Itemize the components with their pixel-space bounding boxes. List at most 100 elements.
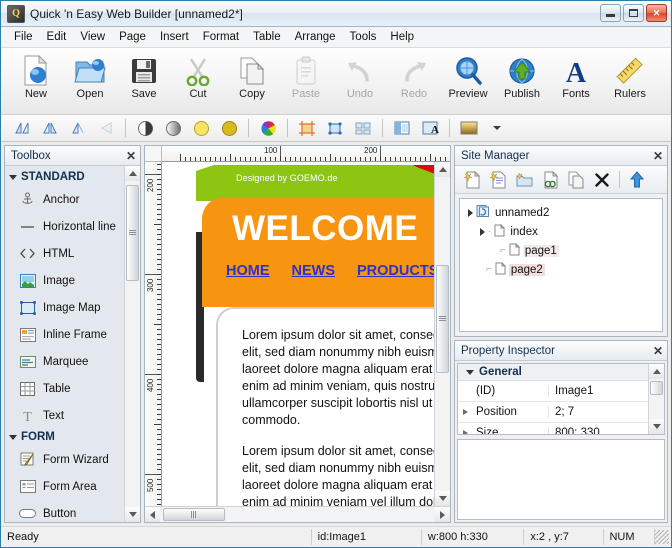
tree-row-root[interactable]: unnamed2 <box>466 203 662 222</box>
copy-button[interactable]: Copy <box>225 51 279 109</box>
minimize-button[interactable] <box>600 4 621 22</box>
row-expander[interactable] <box>458 430 473 434</box>
property-row-id[interactable]: (ID) Image1 <box>458 381 648 402</box>
expand-triangle-icon[interactable] <box>480 227 485 236</box>
toolbox-item-anchor[interactable]: Anchor <box>5 186 124 213</box>
tree-row-index[interactable]: · index <box>466 222 662 241</box>
contrast-icon[interactable] <box>132 116 158 140</box>
nav-link-products[interactable]: PRODUCTS <box>357 263 434 279</box>
flip-vertical-icon[interactable] <box>65 116 91 140</box>
link-page-icon[interactable] <box>538 168 562 192</box>
property-value[interactable]: 800; 330 <box>549 427 648 434</box>
chevron-down-icon[interactable] <box>484 116 510 140</box>
toolbox-item-marquee[interactable]: Marquee <box>5 348 124 375</box>
toolbox-item-form-wizard[interactable]: Form Wizard <box>5 446 124 473</box>
redo-button[interactable]: Redo <box>387 51 441 109</box>
scroll-down-button[interactable] <box>125 507 140 522</box>
resize-icon[interactable] <box>322 116 348 140</box>
new-button[interactable]: New <box>9 51 63 109</box>
grayscale-icon[interactable] <box>160 116 186 140</box>
split-image-icon[interactable] <box>389 116 415 140</box>
nav-link-home[interactable]: HOME <box>226 263 270 279</box>
expand-triangle-icon[interactable] <box>468 208 473 217</box>
new-folder-icon[interactable] <box>512 168 536 192</box>
publish-button[interactable]: Publish <box>495 51 549 109</box>
flip-rotate-left-icon[interactable] <box>9 116 35 140</box>
menu-arrange[interactable]: Arrange <box>288 29 343 45</box>
menu-edit[interactable]: Edit <box>40 29 74 45</box>
color-wheel-icon[interactable] <box>255 116 281 140</box>
flip-horizontal-icon[interactable] <box>93 116 119 140</box>
flip-rotate-right-icon[interactable] <box>37 116 63 140</box>
scroll-down-button[interactable] <box>649 419 664 434</box>
brightness-light-icon[interactable] <box>188 116 214 140</box>
thumbnails-icon[interactable] <box>350 116 376 140</box>
toolbox-item-table[interactable]: Table <box>5 375 124 402</box>
canvas-vertical-scrollbar[interactable] <box>434 162 450 506</box>
toolbox-group-standard[interactable]: STANDARD <box>5 169 124 186</box>
scroll-right-button[interactable] <box>435 507 450 522</box>
page-content-box[interactable]: Lorem ipsum dolor sit amet, consectetuer… <box>216 307 434 506</box>
horizontal-ruler[interactable]: 100 200 <box>162 146 450 162</box>
toolbox-scrollbar[interactable] <box>124 166 140 522</box>
toolbox-item-button[interactable]: Button <box>5 500 124 522</box>
preview-button[interactable]: Preview <box>441 51 495 109</box>
toolbox-item-horizontal-line[interactable]: Horizontal line <box>5 213 124 240</box>
scroll-up-button[interactable] <box>435 162 450 177</box>
scroll-thumb[interactable] <box>436 265 449 373</box>
new-page-from-template-icon[interactable] <box>486 168 510 192</box>
scroll-track[interactable] <box>160 507 435 522</box>
vertical-ruler[interactable]: 200 300 400 500 <box>145 162 162 506</box>
close-button[interactable]: ✕ <box>646 4 667 22</box>
rulers-button[interactable]: Rulers <box>603 51 657 109</box>
property-row-size[interactable]: Size 800; 330 <box>458 423 648 434</box>
toolbox-item-inline-frame[interactable]: Inline Frame <box>5 321 124 348</box>
toolbox-item-image[interactable]: Image <box>5 267 124 294</box>
property-row-position[interactable]: Position 2; 7 <box>458 402 648 423</box>
menu-page[interactable]: Page <box>112 29 153 45</box>
page-orange-header[interactable]: WELCOME HOME NEWS PRODUCTS OFFERS <box>202 197 434 307</box>
site-tree[interactable]: unnamed2 · index ⌐ page1 ⌐ page2 <box>459 198 663 332</box>
canvas-horizontal-scrollbar[interactable] <box>145 506 450 522</box>
scroll-track[interactable] <box>125 181 140 507</box>
gradient-image-icon[interactable] <box>456 116 482 140</box>
menu-insert[interactable]: Insert <box>153 29 196 45</box>
undo-button[interactable]: Undo <box>333 51 387 109</box>
nav-link-news[interactable]: NEWS <box>292 263 336 279</box>
menu-help[interactable]: Help <box>383 29 421 45</box>
property-grid[interactable]: General (ID) Image1 Position 2; 7 Size 8… <box>458 364 648 434</box>
page-design-view[interactable]: Designed by GOEMO.de WELCOME HOME NEWS P… <box>162 162 434 506</box>
scroll-up-button[interactable] <box>125 166 140 181</box>
scroll-up-button[interactable] <box>649 364 664 379</box>
move-up-icon[interactable] <box>625 168 649 192</box>
image-text-icon[interactable]: A <box>417 116 443 140</box>
close-icon[interactable]: ✕ <box>653 345 663 357</box>
scroll-thumb[interactable] <box>650 381 663 395</box>
tree-row-page1[interactable]: ⌐ page1 <box>466 241 662 260</box>
property-value[interactable]: Image1 <box>549 385 648 397</box>
resize-grip-icon[interactable] <box>655 530 669 544</box>
toolbox-item-text[interactable]: T Text <box>5 402 124 429</box>
toolbox-item-form-area[interactable]: Form Area <box>5 473 124 500</box>
toolbox-item-html[interactable]: HTML <box>5 240 124 267</box>
toolbox-group-form[interactable]: FORM <box>5 429 124 446</box>
toolbox-item-image-map[interactable]: Image Map <box>5 294 124 321</box>
menu-format[interactable]: Format <box>196 29 246 45</box>
scroll-track[interactable] <box>435 177 450 491</box>
menu-file[interactable]: File <box>7 29 40 45</box>
paste-button[interactable]: Paste <box>279 51 333 109</box>
menu-tools[interactable]: Tools <box>343 29 384 45</box>
property-grid-scrollbar[interactable] <box>648 364 664 434</box>
maximize-button[interactable] <box>623 4 644 22</box>
menu-view[interactable]: View <box>73 29 112 45</box>
fonts-button[interactable]: A Fonts <box>549 51 603 109</box>
new-page-icon[interactable] <box>460 168 484 192</box>
cut-button[interactable]: Cut <box>171 51 225 109</box>
crop-icon[interactable] <box>294 116 320 140</box>
save-button[interactable]: Save <box>117 51 171 109</box>
open-button[interactable]: Open <box>63 51 117 109</box>
scroll-thumb[interactable] <box>163 508 225 521</box>
scroll-thumb[interactable] <box>126 185 139 281</box>
scroll-track[interactable] <box>649 379 664 419</box>
property-group-general[interactable]: General <box>458 364 648 381</box>
